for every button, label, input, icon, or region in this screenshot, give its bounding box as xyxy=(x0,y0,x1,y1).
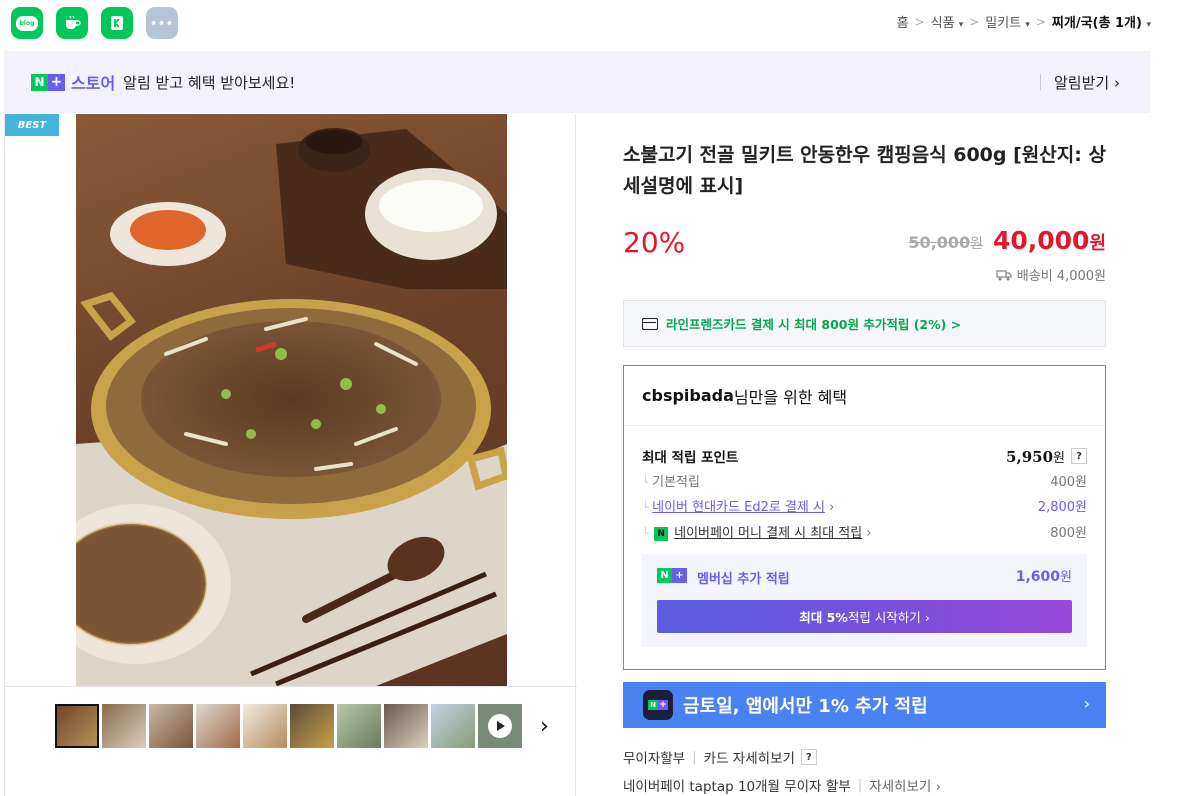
card-detail-link[interactable]: 카드 자세히보기 xyxy=(704,747,795,767)
breadcrumb-separator: > xyxy=(1035,14,1046,29)
blog-bubble: blog xyxy=(16,15,38,31)
help-icon[interactable]: ? xyxy=(1071,448,1087,464)
chevron-down-icon: ▾ xyxy=(1025,20,1030,30)
banner-divider xyxy=(1040,74,1041,90)
breadcrumb-mealkit[interactable]: 밀키트 ▾ xyxy=(985,12,1030,31)
basic-points-label: 기본적립 xyxy=(642,471,700,490)
cup-icon xyxy=(66,15,81,29)
npay-money-row: N 네이버페이 머니 결제 시 최대 적립 › 800원 xyxy=(642,522,1087,541)
chevron-right-icon: › xyxy=(866,526,872,541)
max-points-row: 최대 적립 포인트 5,950원 ? xyxy=(642,446,1087,466)
ellipsis-icon: ••• xyxy=(149,16,175,30)
breadcrumb-food[interactable]: 식품 ▾ xyxy=(931,12,964,31)
npay-icon: N xyxy=(654,526,669,541)
basic-points-row: 기본적립 400원 xyxy=(642,471,1087,490)
thumbnail[interactable] xyxy=(196,704,240,748)
benefit-title: cbspibada 님만을 위한 혜택 xyxy=(624,366,1105,426)
sale-price: 40,000원 xyxy=(992,226,1106,255)
chevron-right-icon[interactable]: › xyxy=(540,714,549,739)
card-offer-box[interactable]: 라인프렌즈카드 결제 시 최대 800원 추가적립 (2%) > xyxy=(623,300,1106,347)
store-alarm-banner: N + 스토어 알림 받고 혜택 받아보세요! 알림받기 › xyxy=(4,51,1150,113)
promo-text: 금토일, 앱에서만 1% 추가 적립 xyxy=(683,696,928,717)
kinsta-app-icon[interactable] xyxy=(101,7,133,39)
chevron-right-icon: › xyxy=(1083,694,1090,713)
blog-app-icon[interactable]: blog xyxy=(11,7,43,39)
alarm-button[interactable]: 알림받기 › xyxy=(1054,72,1120,93)
cafe-app-icon[interactable] xyxy=(56,7,88,39)
membership-label: 멤버십 추가 적립 xyxy=(697,572,790,587)
installment-label: 무이자할부 xyxy=(623,751,686,767)
thumbnail[interactable] xyxy=(243,704,287,748)
hyundai-card-row: 네이버 현대카드 Ed2로 결제 시 › 2,800원 xyxy=(642,496,1087,515)
video-thumbnail[interactable] xyxy=(478,704,522,748)
thumb-divider xyxy=(5,686,577,687)
product-image-panel: BEST › xyxy=(4,114,577,796)
app-icons: blog ••• xyxy=(11,7,178,39)
original-price: 50,000원 xyxy=(908,233,983,252)
thumbnail[interactable] xyxy=(102,704,146,748)
banner-message: 알림 받고 혜택 받아보세요! xyxy=(123,73,296,92)
chevron-down-icon: ▾ xyxy=(958,20,964,30)
breadcrumb-home[interactable]: 홈 xyxy=(897,12,909,31)
nplus-app-icon: N + xyxy=(643,690,673,720)
membership-box: N + 멤버십 추가 적립 1,600원 최대 5% 적립 시작하기 › xyxy=(642,554,1087,647)
hyundai-card-value: 2,800원 xyxy=(1037,500,1087,515)
breadcrumb-separator: > xyxy=(914,14,925,29)
product-info: 소불고기 전골 밀키트 안동한우 캠핑음식 600g [원산지: 상세설명에 표… xyxy=(623,140,1106,284)
breadcrumb-stew[interactable]: 찌개/국(총 1개) ▾ xyxy=(1052,12,1151,31)
taptap-row: 네이버페이 taptap 10개월 무이자 할부 | 자세히보기 › xyxy=(623,775,942,795)
more-apps-icon[interactable]: ••• xyxy=(146,7,178,39)
thumbnail[interactable] xyxy=(337,704,381,748)
thumbnail[interactable] xyxy=(149,704,193,748)
taptap-more-link[interactable]: 자세히보기 › xyxy=(869,775,941,795)
bookmark-icon xyxy=(111,16,123,30)
taptap-text: 네이버페이 taptap 10개월 무이자 할부 xyxy=(623,779,851,795)
truck-icon xyxy=(996,269,1012,280)
chevron-right-icon: › xyxy=(829,500,835,515)
nplus-logo: N + xyxy=(657,568,687,583)
thumbnail[interactable] xyxy=(384,704,428,748)
max-points-value: 5,950원 xyxy=(1006,447,1065,466)
thumbnail[interactable] xyxy=(290,704,334,748)
basic-points-value: 400원 xyxy=(1050,475,1087,490)
main-product-image[interactable] xyxy=(76,114,507,686)
product-title: 소불고기 전골 밀키트 안동한우 캠핑음식 600g [원산지: 상세설명에 표… xyxy=(623,144,1106,197)
credit-card-icon xyxy=(642,317,658,330)
max-points-label: 최대 적립 포인트 xyxy=(642,450,739,466)
play-icon xyxy=(488,714,512,738)
installment-row: 무이자할부 | 카드 자세히보기 ? xyxy=(623,747,817,767)
thumbnail-strip xyxy=(55,704,522,748)
food-photo xyxy=(76,128,507,686)
membership-value: 1,600원 xyxy=(1015,569,1072,585)
npay-money-link[interactable]: 네이버페이 머니 결제 시 최대 적립 xyxy=(674,526,862,541)
shipping-fee: 배송비 4,000원 xyxy=(996,265,1106,284)
thumbnail[interactable] xyxy=(431,704,475,748)
help-icon[interactable]: ? xyxy=(800,749,817,765)
npay-money-value: 800원 xyxy=(1050,526,1087,541)
membership-start-button[interactable]: 최대 5% 적립 시작하기 › xyxy=(657,600,1072,633)
app-promo-banner[interactable]: N + 금토일, 앱에서만 1% 추가 적립 › xyxy=(623,682,1106,728)
breadcrumb: 홈 > 식품 ▾ > 밀키트 ▾ > 찌개/국(총 1개) ▾ xyxy=(897,12,1151,32)
nplus-logo: N + xyxy=(31,73,65,91)
chevron-down-icon: ▾ xyxy=(1146,20,1151,30)
thumbnail[interactable] xyxy=(55,704,99,748)
discount-rate: 20% xyxy=(623,226,686,259)
personal-benefit-box: cbspibada님만을 위한 혜택 최대 적립 포인트 5,950원 ? 기본… xyxy=(623,365,1106,670)
store-label: 스토어 xyxy=(71,74,116,93)
card-offer-text: 라인프렌즈카드 결제 시 최대 800원 추가적립 (2%) > xyxy=(666,317,962,332)
best-badge: BEST xyxy=(5,114,59,136)
hyundai-card-link[interactable]: 네이버 현대카드 Ed2로 결제 시 xyxy=(652,500,825,515)
breadcrumb-separator: > xyxy=(969,14,980,29)
